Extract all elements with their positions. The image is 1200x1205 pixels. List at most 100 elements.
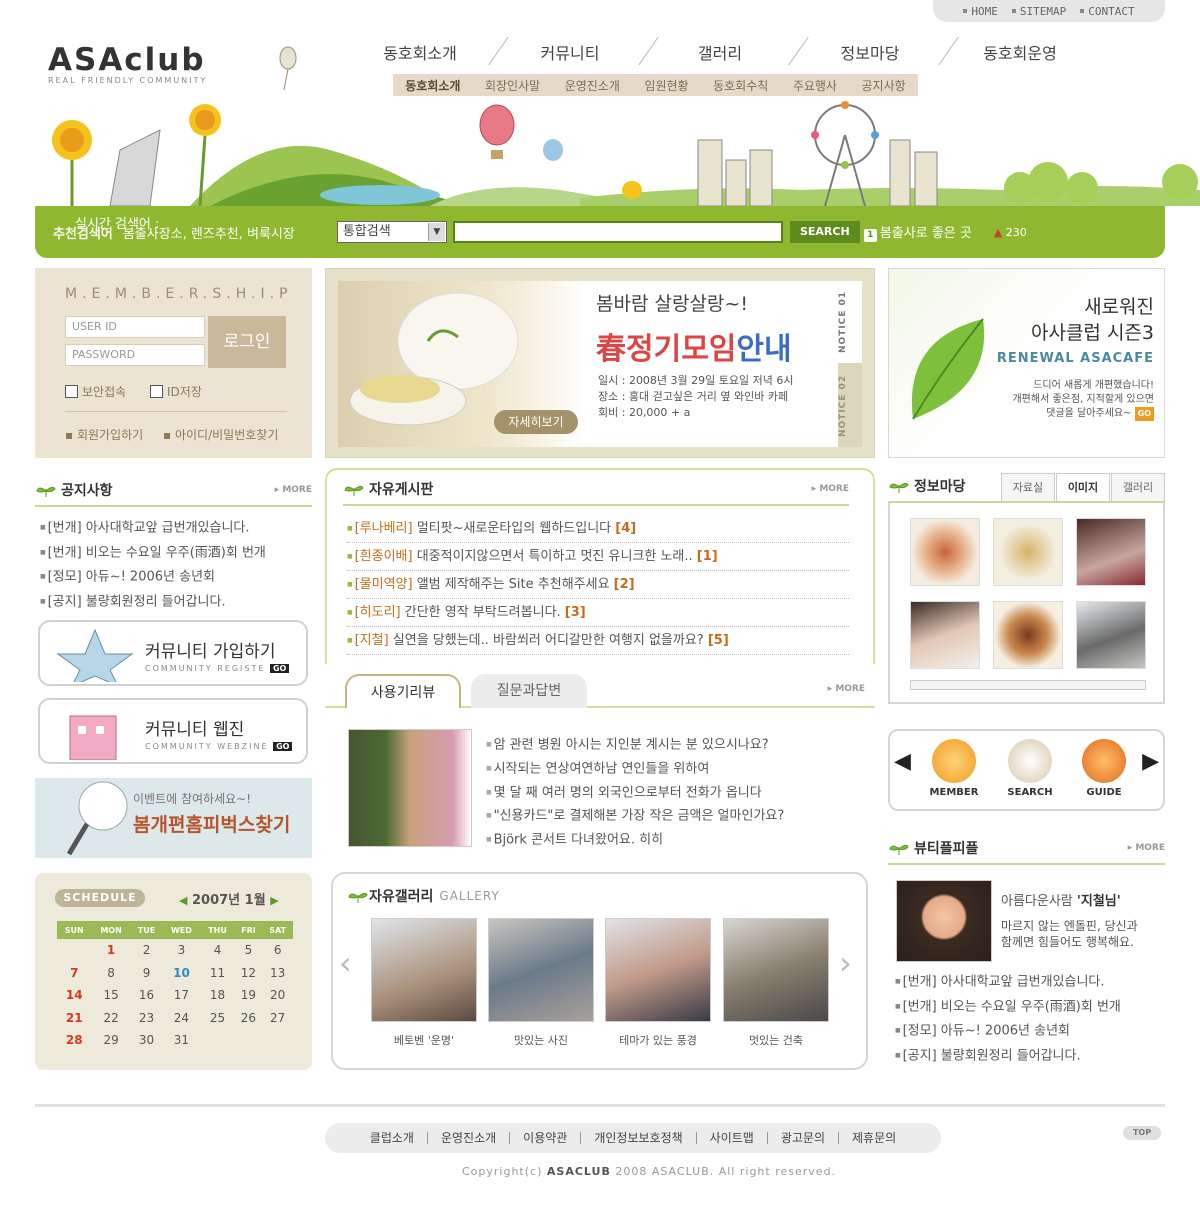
join-link[interactable]: ▪ 회원가입하기	[65, 426, 143, 443]
search-icon[interactable]	[1008, 739, 1052, 783]
tab-qna[interactable]: 질문과답변	[471, 674, 587, 708]
list-item[interactable]: 시작되는 연상여연하남 연인들을 위하여	[486, 757, 784, 781]
list-item[interactable]: [공지] 불량회원정리 들어갑니다.	[40, 590, 266, 615]
footer-link[interactable]: 클럽소개	[357, 1132, 428, 1144]
prev-arrow-icon[interactable]: ◀	[894, 749, 911, 774]
nav-operation[interactable]: 동호회운영	[955, 40, 1085, 64]
thumbnail[interactable]	[910, 518, 980, 586]
footer-link[interactable]: 제휴문의	[839, 1132, 909, 1144]
calendar-day[interactable]	[201, 1029, 235, 1052]
calendar-day[interactable]: 1	[92, 939, 131, 962]
site-logo[interactable]: ASAclub REAL FRIENDLY COMMUNITY	[48, 42, 207, 85]
list-item[interactable]: [번개] 비오는 수요일 우주(雨酒)회 번개	[895, 995, 1121, 1020]
gallery-photo[interactable]	[605, 918, 711, 1022]
password-input[interactable]: PASSWORD	[65, 344, 205, 366]
calendar-day[interactable]: 12	[235, 962, 263, 985]
calendar-day[interactable]: 11	[201, 962, 235, 985]
top-button[interactable]: TOP	[1123, 1126, 1161, 1140]
footer-link[interactable]: 운영진소개	[428, 1132, 511, 1144]
calendar-day[interactable]: 15	[92, 984, 131, 1007]
footer-link[interactable]: 이용약관	[510, 1132, 582, 1144]
list-item[interactable]: Björk 콘서트 다녀왔어요. 히히	[486, 828, 784, 852]
realtime-keyword[interactable]: 1 봄출사로 좋은 곳	[863, 222, 972, 242]
gallery-caption[interactable]: 멋있는 건축	[723, 1032, 829, 1048]
tab-gallery[interactable]: 갤러리	[1111, 473, 1165, 501]
notice-tab-2[interactable]: NOTICE 02	[838, 365, 862, 447]
home-link[interactable]: HOME	[963, 5, 998, 18]
notice-banner[interactable]: 봄바람 살랑살랑~! 春정기모임안내 일시 : 2008년 3월 29일 토요일…	[325, 268, 875, 458]
gallery-caption[interactable]: 테마가 있는 풍경	[605, 1032, 711, 1048]
secure-login-checkbox[interactable]: 보안접속	[65, 383, 126, 400]
sitemap-link[interactable]: SITEMAP	[1011, 5, 1066, 18]
nav-gallery[interactable]: 갤러리	[655, 40, 785, 64]
calendar-day[interactable]: 3	[162, 939, 200, 962]
footer-link[interactable]: 사이트맵	[697, 1132, 768, 1144]
community-webzine-box[interactable]: 커뮤니티 웹진 COMMUNITY WEBZINE GO	[38, 698, 308, 764]
review-more-link[interactable]: ▸ MORE	[828, 684, 865, 694]
calendar-day[interactable]: 5	[235, 939, 263, 962]
calendar-day[interactable]: 25	[201, 1007, 235, 1030]
list-item[interactable]: 몇 달 째 여러 명의 외국인으로부터 전화가 옵니다	[486, 781, 784, 805]
board-row[interactable]: [물미역양] 앨범 제작해주는 Site 추천해주세요 [2]	[347, 571, 849, 599]
member-label[interactable]: MEMBER	[924, 787, 984, 798]
go-button[interactable]: GO	[269, 664, 290, 673]
board-row[interactable]: [지철] 실연을 당했는데.. 바람쐬러 어디갈만한 여행지 없을까요? [5]	[347, 627, 849, 655]
calendar-day[interactable]: 10	[162, 962, 200, 985]
list-item[interactable]: [정모] 아듀~! 2006년 송년회	[895, 1019, 1121, 1044]
calendar-day[interactable]: 2	[131, 939, 163, 962]
board-row[interactable]: [흰종이배] 대중적이지않으면서 특이하고 멋진 유니크한 노래.. [1]	[347, 543, 849, 571]
calendar-day[interactable]: 17	[162, 984, 200, 1007]
beauty-photo[interactable]	[896, 880, 992, 962]
list-item[interactable]: [번개] 아사대학교앞 급번개있습니다.	[40, 516, 266, 541]
review-thumbnail[interactable]	[348, 729, 472, 847]
calendar-day[interactable]: 28	[57, 1029, 92, 1052]
board-more-link[interactable]: ▸ MORE	[812, 484, 849, 494]
list-item[interactable]: [번개] 아사대학교앞 급번개있습니다.	[895, 970, 1121, 995]
board-row[interactable]: [루나베리] 멀티팟~새로운타입의 웹하드입니다 [4]	[347, 515, 849, 543]
footer-link[interactable]: 광고문의	[768, 1132, 840, 1144]
view-detail-button[interactable]: 자세히보기	[494, 410, 578, 434]
go-button[interactable]: GO	[1134, 407, 1154, 421]
gallery-next-icon[interactable]: ›	[839, 944, 852, 982]
save-id-checkbox[interactable]: ID저장	[150, 383, 202, 400]
calendar-day[interactable]: 8	[92, 962, 131, 985]
notice-tab-1[interactable]: NOTICE 01	[838, 281, 862, 363]
tab-image[interactable]: 이미지	[1056, 473, 1110, 501]
calendar-day[interactable]: 9	[131, 962, 163, 985]
calendar-day[interactable]: 7	[57, 962, 92, 985]
board-row[interactable]: [히도리] 간단한 영작 부탁드려봅니다. [3]	[347, 599, 849, 627]
list-item[interactable]: 암 관련 병원 아시는 지인분 계시는 분 있으시나요?	[486, 733, 784, 757]
event-banner[interactable]: 이벤트에 참여하세요~! 봄개편홈피벅스찾기	[35, 778, 312, 858]
calendar-day[interactable]: 29	[92, 1029, 131, 1052]
prev-month-icon[interactable]: ◀	[179, 894, 187, 907]
search-scope-select[interactable]: 통합검색 ▼	[336, 221, 447, 243]
contact-link[interactable]: CONTACT	[1080, 5, 1135, 18]
thumbnail[interactable]	[993, 601, 1063, 669]
calendar-day[interactable]: 27	[262, 1007, 293, 1030]
guide-icon[interactable]	[1082, 739, 1126, 783]
calendar-day[interactable]: 31	[162, 1029, 200, 1052]
search-input[interactable]	[452, 221, 783, 243]
gallery-caption[interactable]: 베토벤 '운명'	[371, 1032, 477, 1048]
calendar-day[interactable]: 23	[131, 1007, 163, 1030]
footer-link[interactable]: 개인정보보호정책	[581, 1132, 697, 1144]
guide-label[interactable]: GUIDE	[1074, 787, 1134, 798]
calendar-day[interactable]: 18	[201, 984, 235, 1007]
calendar-day[interactable]: 30	[131, 1029, 163, 1052]
find-account-link[interactable]: ▪ 아이디/비밀번호찾기	[163, 426, 278, 443]
list-item[interactable]: [공지] 불량회원정리 들어갑니다.	[895, 1044, 1121, 1069]
beauty-more-link[interactable]: ▸ MORE	[1128, 843, 1165, 853]
login-button[interactable]: 로그인	[208, 316, 286, 368]
calendar-day[interactable]: 21	[57, 1007, 92, 1030]
next-arrow-icon[interactable]: ▶	[1142, 749, 1159, 774]
member-icon[interactable]	[932, 739, 976, 783]
calendar-day[interactable]	[235, 1029, 263, 1052]
calendar-day[interactable]: 6	[262, 939, 293, 962]
thumbnail[interactable]	[1076, 518, 1146, 586]
calendar-day[interactable]: 14	[57, 984, 92, 1007]
calendar-day[interactable]: 19	[235, 984, 263, 1007]
nav-info[interactable]: 정보마당	[805, 40, 935, 64]
calendar-day[interactable]: 13	[262, 962, 293, 985]
nav-club-intro[interactable]: 동호회소개	[355, 40, 485, 64]
gallery-photo[interactable]	[723, 918, 829, 1022]
